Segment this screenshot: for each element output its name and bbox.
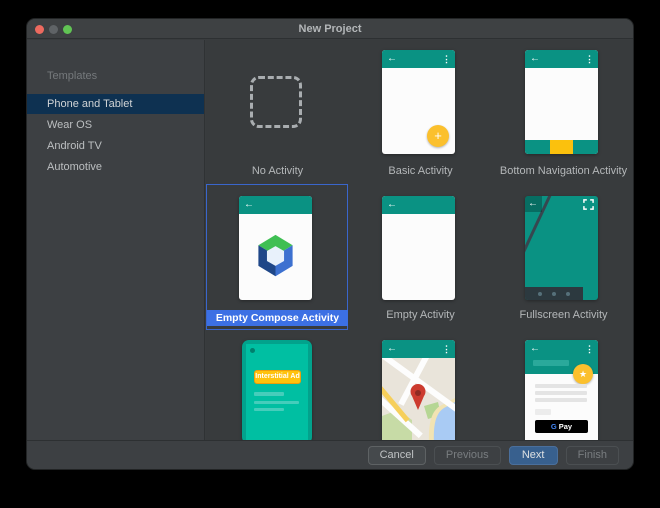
sidebar-item-android-tv[interactable]: Android TV: [27, 136, 204, 156]
gpay-thumbnail: ← ⋮ ★ GPay: [525, 340, 598, 440]
template-label: No Activity: [206, 164, 349, 178]
overflow-menu-icon: ⋮: [442, 342, 451, 356]
back-arrow-icon: ←: [530, 342, 540, 356]
back-arrow-icon: ←: [244, 198, 254, 212]
fullscreen-thumbnail: ←: [525, 196, 598, 300]
template-no-activity[interactable]: No Activity: [206, 40, 349, 186]
android-nav-bar: [525, 287, 583, 300]
template-label: Basic Activity: [349, 164, 492, 178]
template-label: Bottom Navigation Activity: [492, 164, 633, 178]
overflow-menu-icon: ⋮: [585, 342, 594, 356]
template-label: Empty Activity: [349, 308, 492, 322]
back-chip: ←: [525, 196, 542, 212]
fullscreen-icon: [583, 199, 594, 210]
template-grid: No Activity ← ⋮ + Basic Activity ← ⋮: [206, 40, 633, 440]
close-button[interactable]: [35, 25, 44, 34]
overflow-menu-icon: ⋮: [585, 52, 594, 66]
gpay-button: GPay: [535, 420, 588, 433]
template-empty-activity[interactable]: ← Empty Activity: [349, 184, 492, 330]
overflow-menu-icon: ⋮: [442, 52, 451, 66]
camera-dot-icon: [250, 348, 255, 353]
template-bottom-navigation-activity[interactable]: ← ⋮ Bottom Navigation Activity: [492, 40, 633, 186]
back-arrow-icon: ←: [387, 52, 397, 66]
basic-activity-thumbnail: ← ⋮ +: [382, 50, 455, 154]
back-arrow-icon: ←: [528, 197, 538, 211]
window-title: New Project: [27, 23, 633, 35]
finish-button[interactable]: Finish: [566, 446, 619, 465]
template-google-maps-activity[interactable]: ← ⋮: [349, 330, 492, 440]
sidebar-item-phone-and-tablet[interactable]: Phone and Tablet: [27, 94, 204, 114]
template-basic-activity[interactable]: ← ⋮ + Basic Activity: [349, 40, 492, 186]
title-bar: New Project: [27, 19, 633, 39]
empty-activity-thumbnail: ←: [382, 196, 455, 300]
template-google-pay-activity[interactable]: ← ⋮ ★ GPay: [492, 330, 633, 440]
jetpack-compose-logo: [253, 232, 298, 280]
minimize-button: [49, 25, 58, 34]
bottom-nav-bar: [525, 140, 598, 154]
dialog-footer: Cancel Previous Next Finish: [27, 440, 633, 469]
back-arrow-icon: ←: [530, 52, 540, 66]
cancel-button[interactable]: Cancel: [368, 446, 426, 465]
back-arrow-icon: ←: [387, 342, 397, 356]
next-button[interactable]: Next: [509, 446, 558, 465]
compose-thumbnail: ←: [239, 196, 312, 300]
map-thumbnail-graphic: [382, 358, 455, 440]
google-g-icon: G: [551, 422, 557, 431]
template-label: Fullscreen Activity: [492, 308, 633, 322]
previous-button[interactable]: Previous: [434, 446, 501, 465]
selected-template-label: Empty Compose Activity: [207, 310, 348, 326]
template-fullscreen-activity[interactable]: ← Fullscreen Activity: [492, 184, 633, 330]
title-placeholder-bar: [533, 360, 569, 366]
sidebar-item-automotive[interactable]: Automotive: [27, 157, 204, 177]
admob-thumbnail: Interstitial Ad: [242, 340, 312, 440]
back-arrow-icon: ←: [387, 198, 397, 212]
interstitial-ad-badge: Interstitial Ad: [254, 370, 301, 384]
sidebar-item-wear-os[interactable]: Wear OS: [27, 115, 204, 135]
no-activity-placeholder-icon: [250, 76, 302, 128]
bottom-navigation-thumbnail: ← ⋮: [525, 50, 598, 154]
template-admob-ads-activity[interactable]: Interstitial Ad: [206, 330, 349, 440]
fab-add-icon: +: [427, 125, 449, 147]
templates-sidebar: Templates Phone and Tablet Wear OS Andro…: [27, 40, 205, 440]
zoom-button[interactable]: [63, 25, 72, 34]
template-empty-compose-activity[interactable]: ← Empty Compose Activity: [206, 184, 349, 330]
new-project-dialog: New Project Templates Phone and Tablet W…: [26, 18, 634, 470]
maps-thumbnail: ← ⋮: [382, 340, 455, 440]
star-fab-icon: ★: [573, 364, 593, 384]
sidebar-header: Templates: [47, 70, 97, 82]
